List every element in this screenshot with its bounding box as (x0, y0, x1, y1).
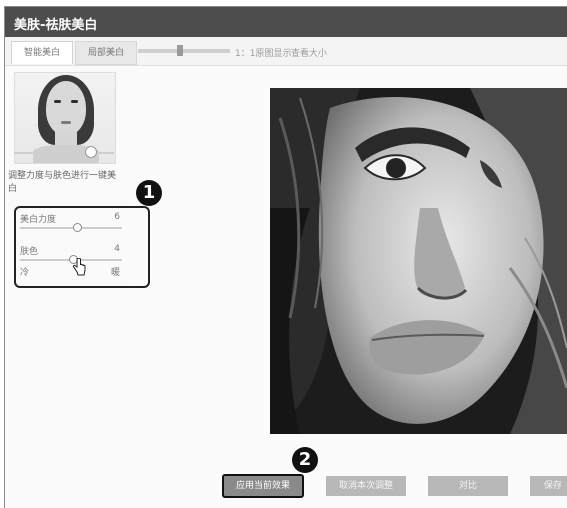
preview-mouth (61, 121, 71, 124)
zoom-slider-thumb[interactable] (177, 45, 183, 56)
save-button[interactable]: 保存 (530, 476, 567, 496)
original-size-tool[interactable]: 1：1原图显示 (235, 46, 291, 59)
face-preview-thumbnail (14, 72, 116, 164)
preview-compare-slider-thumb[interactable] (85, 146, 97, 158)
preview-eye-left (54, 100, 61, 103)
panel-description: 调整力度与肤色进行一键美白 (8, 171, 117, 194)
apply-current-effect-button[interactable]: 应用当前效果 (222, 474, 304, 498)
zoom-slider[interactable] (138, 49, 230, 53)
step-badge-1: 1 (136, 180, 162, 206)
main-photo-canvas[interactable] (270, 88, 567, 434)
preview-eye-right (71, 100, 78, 103)
preview-face (46, 81, 86, 135)
tab-smart-whitening[interactable]: 智能美白 (11, 41, 73, 64)
step-badge-2: 2 (292, 447, 318, 473)
view-size-tool[interactable]: 查看大小 (291, 46, 327, 59)
toolbar: 智能美白 局部美白 1：1原图显示 查看大小 (5, 37, 567, 66)
tab-partial-whitening[interactable]: 局部美白 (75, 41, 137, 65)
window-title: 美肤-祛肤美白 (14, 18, 98, 33)
hand-cursor-icon (72, 257, 86, 280)
cancel-adjustment-button[interactable]: 取消本次调整 (326, 476, 406, 496)
compare-button[interactable]: 对比 (428, 476, 508, 496)
preview-compare-slider[interactable] (14, 152, 114, 154)
title-bar: 美肤-祛肤美白 (5, 7, 567, 37)
